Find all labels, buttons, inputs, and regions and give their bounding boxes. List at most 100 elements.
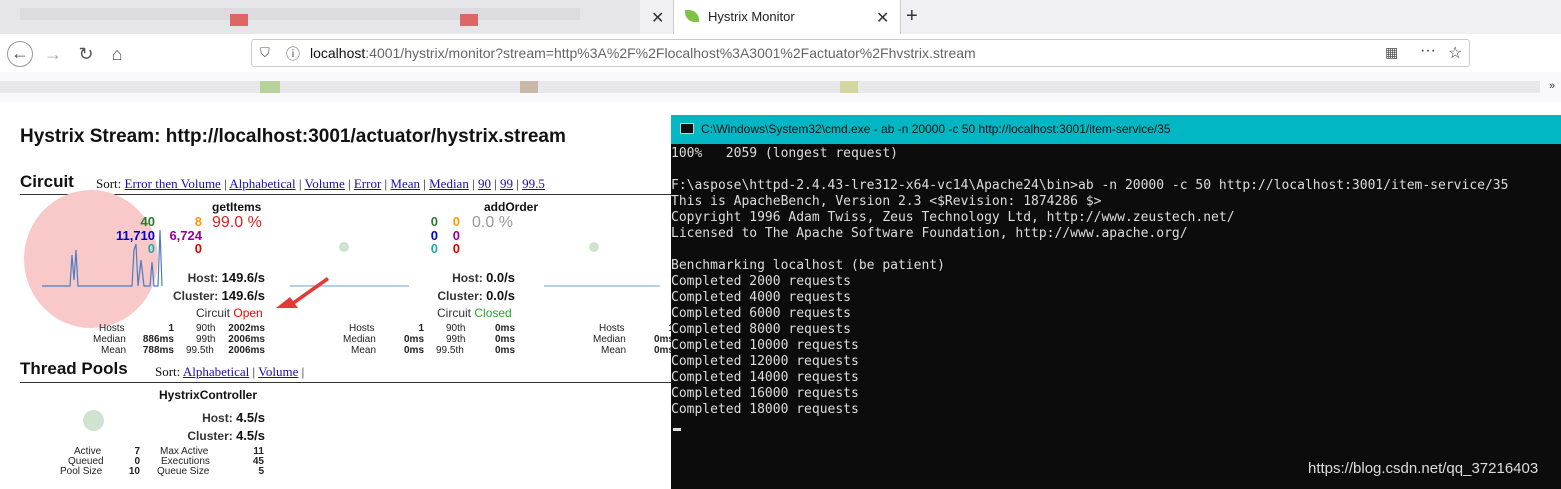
info-icon[interactable]: ⓘ <box>286 44 300 64</box>
cmd-line: 100% 2059 (longest request) <box>671 146 898 161</box>
timeout-count: 8 <box>194 214 202 229</box>
close-tab-icon[interactable]: ✕ <box>876 8 889 28</box>
p99-value: 2006ms <box>228 334 265 345</box>
p995-label: 99.5th <box>186 345 214 356</box>
circuit-heading: Circuit <box>20 172 74 191</box>
sort-label: Sort: <box>155 364 181 379</box>
median-value: 886ms <box>142 334 174 345</box>
queue-size-value: 5 <box>258 466 264 477</box>
sort-volume[interactable]: Volume <box>305 176 345 191</box>
home-button[interactable]: ⌂ <box>104 41 130 67</box>
queue-size-label: Queue Size <box>157 466 210 477</box>
median-value: 0ms <box>653 334 674 345</box>
cmd-window[interactable]: C:\Windows\System32\cmd.exe - ab -n 2000… <box>671 115 1561 489</box>
cmd-line <box>671 242 1508 258</box>
url-text[interactable]: localhost:4001/hystrix/monitor?stream=ht… <box>310 45 976 61</box>
cmd-icon <box>680 123 694 134</box>
watermark: https://blog.csdn.net/qq_37216403 <box>1308 460 1539 477</box>
qr-code-icon[interactable]: ▦ <box>1385 44 1398 61</box>
pool-health-circle <box>83 410 104 431</box>
circuit-status: Circuit Open <box>196 306 263 320</box>
mean-label: Mean <box>101 345 127 356</box>
health-circle <box>24 190 158 328</box>
p90-value: 0ms <box>494 323 515 334</box>
cluster-rate: Cluster: 0.0/s <box>437 288 515 303</box>
median-label: Median <box>343 334 376 345</box>
close-tab-icon[interactable]: ✕ <box>651 8 664 28</box>
mean-value: 788ms <box>142 345 174 356</box>
cmd-output[interactable]: 100% 2059 (longest request) F:\aspose\htt… <box>671 146 1508 418</box>
cmd-line: Completed 14000 requests <box>671 370 859 385</box>
cmd-line: Benchmarking localhost (be patient) <box>671 258 945 273</box>
sort-99-5[interactable]: 99.5 <box>522 176 545 191</box>
p995-value: 2006ms <box>228 345 265 356</box>
error-percentage: 0.0 % <box>472 214 513 231</box>
cmd-line: Licensed to The Apache Software Foundati… <box>671 226 1188 241</box>
sort-label: Sort: <box>96 176 122 191</box>
pool-host-rate: Host: 4.5/s <box>202 410 265 425</box>
cmd-line: Completed 2000 requests <box>671 274 852 289</box>
shield-icon[interactable]: ⛉ <box>260 45 270 61</box>
cmd-line: Completed 10000 requests <box>671 338 859 353</box>
hosts-label: Hosts <box>349 323 375 334</box>
hosts-label: Hosts <box>599 323 625 334</box>
red-arrow-icon <box>276 277 329 308</box>
cmd-title-bar[interactable]: C:\Windows\System32\cmd.exe - ab -n 2000… <box>671 115 1561 144</box>
back-button[interactable]: ← <box>7 41 33 67</box>
circuit-name: getItems <box>212 200 262 214</box>
forward-button[interactable]: → <box>40 41 66 67</box>
pool-size-label: Pool Size <box>60 466 103 477</box>
cmd-line: Completed 4000 requests <box>671 290 852 305</box>
tab-title: Hystrix Monitor <box>708 9 795 24</box>
reload-button[interactable]: ↻ <box>73 41 99 67</box>
cmd-line: F:\aspose\httpd-2.4.43-lre312-x64-vc14\A… <box>671 178 1509 193</box>
sort-mean[interactable]: Mean <box>390 176 420 191</box>
pool-name: HystrixController <box>159 388 258 402</box>
health-circle <box>339 242 349 252</box>
mean-label: Mean <box>601 345 627 356</box>
url-bar[interactable]: ⛉ ⓘ localhost:4001/hystrix/monitor?strea… <box>251 39 1470 67</box>
hosts-label: Hosts <box>99 323 125 334</box>
circuit-sort-bar: Sort: Error then Volume | Alphabetical |… <box>96 176 545 191</box>
success-count: 40 <box>140 214 155 229</box>
cmd-line: Completed 16000 requests <box>671 386 859 401</box>
cmd-line: Completed 12000 requests <box>671 354 859 369</box>
sort-error[interactable]: Error <box>354 176 381 191</box>
cmd-line: This is ApacheBench, Version 2.3 <$Revis… <box>671 194 1102 209</box>
p995-value: 0ms <box>494 345 515 356</box>
cmd-title: C:\Windows\System32\cmd.exe - ab -n 2000… <box>701 122 1171 136</box>
cmd-line <box>671 162 1508 178</box>
cmd-line: Completed 8000 requests <box>671 322 852 337</box>
sort-volume[interactable]: Volume <box>258 364 298 379</box>
sort-error-then-volume[interactable]: Error then Volume <box>125 176 221 191</box>
page-actions-icon[interactable]: ··· <box>1420 42 1436 60</box>
circuit-status: Circuit Closed <box>437 306 512 320</box>
failure-count: 0 <box>452 241 460 256</box>
pool-size-value: 10 <box>128 466 140 477</box>
median-label: Median <box>93 334 126 345</box>
pool-cluster-rate: Cluster: 4.5/s <box>187 428 265 443</box>
tab-hystrix-monitor[interactable]: Hystrix Monitor ✕ <box>673 0 901 34</box>
new-tab-icon[interactable]: + <box>906 5 918 28</box>
bad-request-count: 0 <box>147 241 155 256</box>
sort-alphabetical[interactable]: Alphabetical <box>183 364 249 379</box>
cmd-line: Completed 6000 requests <box>671 306 852 321</box>
failure-count: 0 <box>194 241 202 256</box>
status-badge: Open <box>233 306 263 320</box>
sort-99[interactable]: 99 <box>500 176 513 191</box>
health-circle <box>589 242 599 252</box>
spring-leaf-icon <box>685 10 699 22</box>
cmd-line: Copyright 1996 Adam Twiss, Zeus Technolo… <box>671 210 1235 225</box>
hosts-value: 1 <box>168 323 174 334</box>
sort-median[interactable]: Median <box>429 176 469 191</box>
p90-value: 2002ms <box>228 323 265 334</box>
status-badge: Closed <box>474 306 512 320</box>
sort-alphabetical[interactable]: Alphabetical <box>229 176 295 191</box>
median-value: 0ms <box>403 334 424 345</box>
star-icon[interactable]: ☆ <box>1448 43 1462 63</box>
hosts-value: 1 <box>418 323 424 334</box>
mean-label: Mean <box>351 345 377 356</box>
overflow-chevron-icon[interactable]: » <box>1549 80 1555 92</box>
sort-90[interactable]: 90 <box>478 176 491 191</box>
error-percentage: 99.0 % <box>212 214 262 231</box>
